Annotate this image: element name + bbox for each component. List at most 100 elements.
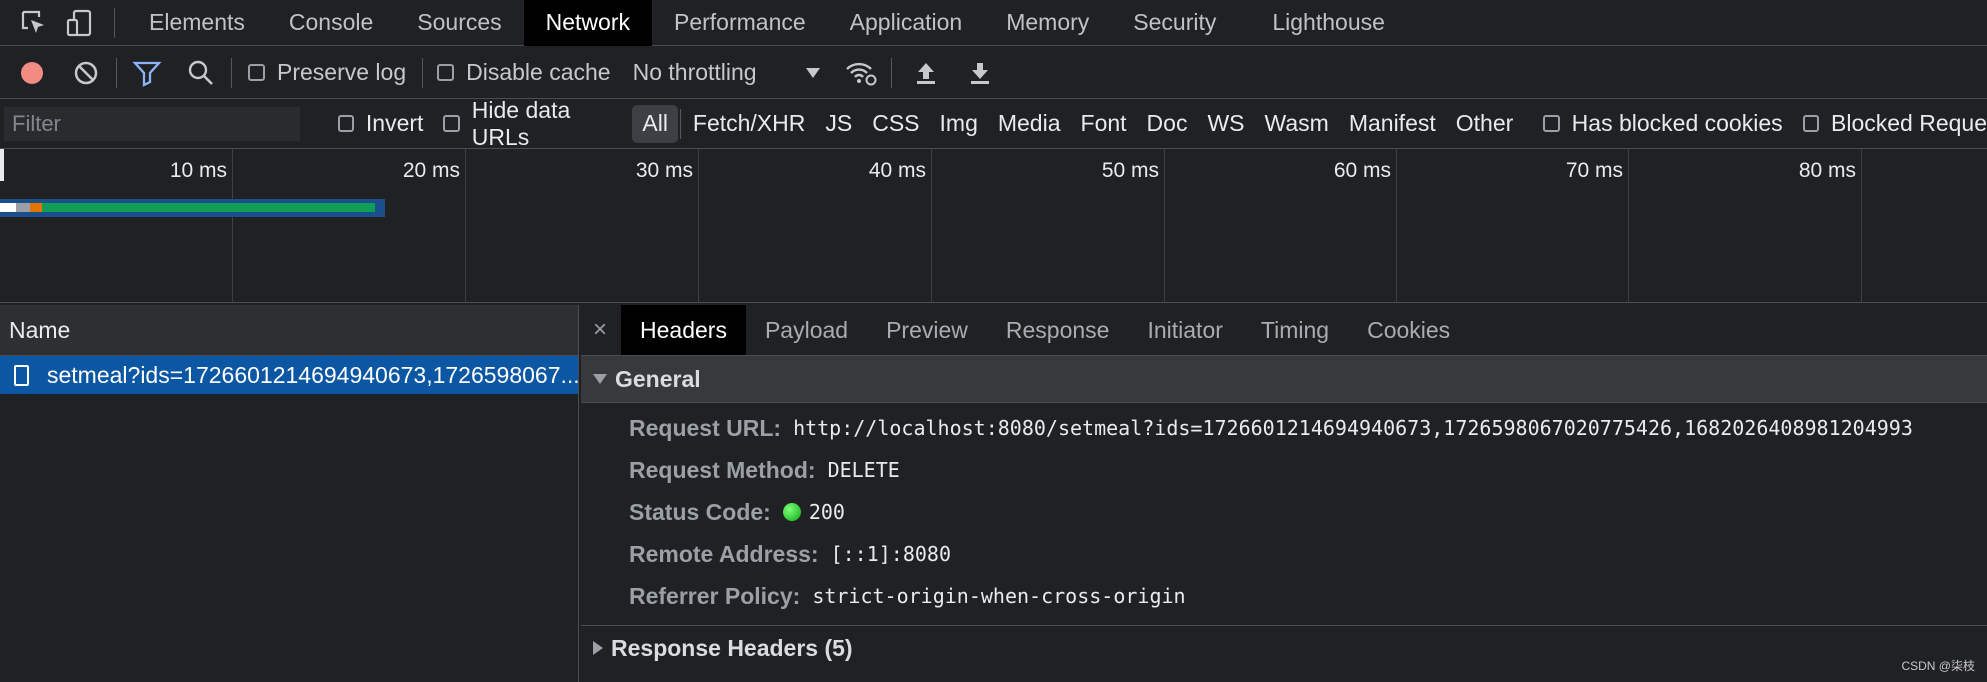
tab-console[interactable]: Console bbox=[267, 0, 395, 46]
tab-timing[interactable]: Timing bbox=[1242, 305, 1348, 355]
filter-type-ws[interactable]: WS bbox=[1197, 105, 1254, 143]
tab-headers[interactable]: Headers bbox=[621, 305, 746, 355]
status-code-value: 200 bbox=[808, 500, 845, 524]
toolbar-divider bbox=[116, 57, 117, 88]
tab-cookies[interactable]: Cookies bbox=[1348, 305, 1469, 355]
general-section-header[interactable]: General bbox=[581, 356, 1987, 403]
tab-initiator[interactable]: Initiator bbox=[1128, 305, 1241, 355]
table-row[interactable]: setmeal?ids=172660121469494067​3,1726598… bbox=[0, 356, 578, 394]
filter-type-all[interactable]: All bbox=[632, 104, 678, 143]
invert-label: Invert bbox=[365, 110, 424, 136]
filter-type-js[interactable]: JS bbox=[815, 105, 862, 143]
inspect-element-icon[interactable] bbox=[14, 9, 54, 37]
status-code-row: Status Code: 200 bbox=[581, 491, 1987, 533]
network-conditions-icon[interactable] bbox=[841, 59, 881, 87]
tab-network[interactable]: Network bbox=[523, 0, 652, 46]
overview-gridline bbox=[1861, 149, 1862, 302]
disable-cache-label: Disable cache bbox=[466, 59, 611, 85]
tab-response[interactable]: Response bbox=[987, 305, 1129, 355]
document-icon bbox=[14, 364, 29, 386]
device-toolbar-icon[interactable] bbox=[60, 8, 100, 38]
hide-data-urls-label: Hide data URLs bbox=[471, 96, 571, 150]
blocked-requests-checkbox[interactable] bbox=[1802, 115, 1819, 132]
filter-icon[interactable] bbox=[127, 59, 167, 87]
tab-security[interactable]: Security bbox=[1111, 0, 1238, 46]
has-blocked-cookies-label: Has blocked cookies bbox=[1571, 110, 1783, 136]
toolbar-divider bbox=[114, 7, 115, 38]
clear-icon[interactable] bbox=[66, 59, 106, 87]
blocked-requests-label: Blocked Reque bbox=[1831, 110, 1987, 136]
has-blocked-cookies-checkbox[interactable] bbox=[1543, 115, 1560, 132]
remote-address-value: [::1]:8080 bbox=[830, 542, 952, 566]
preserve-log-label: Preserve log bbox=[277, 59, 407, 85]
throttling-select[interactable]: No throttling bbox=[633, 59, 757, 86]
overview-gridline bbox=[1396, 149, 1397, 302]
network-overview[interactable]: 10 ms 20 ms 30 ms 40 ms 50 ms 60 ms 70 m… bbox=[0, 149, 1987, 303]
filter-type-wasm[interactable]: Wasm bbox=[1255, 105, 1339, 143]
general-title: General bbox=[615, 365, 701, 392]
hide-data-urls-checkbox[interactable] bbox=[443, 115, 460, 132]
request-method-row: Request Method: DELETE bbox=[581, 449, 1987, 491]
filter-type-img[interactable]: Img bbox=[930, 105, 988, 143]
invert-checkbox[interactable] bbox=[337, 115, 354, 132]
export-har-icon[interactable] bbox=[960, 60, 1000, 86]
response-headers-section-header[interactable]: Response Headers (5) bbox=[581, 625, 1987, 670]
tick-label: 50 ms bbox=[1101, 159, 1159, 182]
filter-type-doc[interactable]: Doc bbox=[1137, 105, 1198, 143]
referrer-policy-row: Referrer Policy: strict-origin-when-cros… bbox=[581, 575, 1987, 617]
filter-type-other[interactable]: Other bbox=[1446, 105, 1524, 143]
chevron-down-icon[interactable] bbox=[805, 67, 821, 79]
import-har-icon[interactable] bbox=[906, 60, 946, 86]
request-method-value: DELETE bbox=[827, 458, 900, 482]
request-timing-bar bbox=[0, 199, 385, 217]
search-icon[interactable] bbox=[181, 59, 221, 87]
tab-performance[interactable]: Performance bbox=[652, 0, 828, 46]
close-icon[interactable]: × bbox=[581, 316, 621, 344]
collapse-triangle-icon bbox=[593, 374, 607, 384]
tick-label: 10 ms bbox=[169, 159, 227, 182]
tab-memory[interactable]: Memory bbox=[984, 0, 1111, 46]
filter-type-manifest[interactable]: Manifest bbox=[1339, 105, 1446, 143]
remote-address-row: Remote Address: [::1]:8080 bbox=[581, 533, 1987, 575]
network-toolbar: Preserve log Disable cache No throttling bbox=[0, 47, 1987, 99]
tab-sources[interactable]: Sources bbox=[395, 0, 523, 46]
tab-elements[interactable]: Elements bbox=[127, 0, 267, 46]
request-method-label: Request Method: bbox=[629, 456, 816, 483]
status-ok-icon bbox=[782, 503, 801, 521]
tick-label: 80 ms bbox=[1798, 159, 1856, 182]
filter-input[interactable]: Filter bbox=[4, 106, 300, 141]
tick-label: 20 ms bbox=[402, 159, 460, 182]
filter-divider bbox=[679, 108, 681, 139]
tab-application[interactable]: Application bbox=[828, 0, 985, 46]
request-details: × Headers Payload Preview Response Initi… bbox=[581, 305, 1987, 682]
filter-type-font[interactable]: Font bbox=[1071, 105, 1137, 143]
overview-start-handle[interactable] bbox=[0, 149, 4, 181]
details-tabs: × Headers Payload Preview Response Initi… bbox=[581, 305, 1987, 356]
toolbar-divider bbox=[422, 57, 424, 88]
remote-address-label: Remote Address: bbox=[629, 540, 819, 567]
status-code-label: Status Code: bbox=[629, 498, 771, 525]
general-section: Request URL: http://localhost:8080/setme… bbox=[581, 403, 1987, 617]
tab-preview[interactable]: Preview bbox=[867, 305, 987, 355]
record-icon[interactable] bbox=[12, 59, 52, 87]
name-header-label: Name bbox=[9, 316, 71, 343]
filter-type-css[interactable]: CSS bbox=[862, 105, 929, 143]
filter-type-fetch-xhr[interactable]: Fetch/XHR bbox=[683, 105, 815, 143]
tab-payload[interactable]: Payload bbox=[746, 305, 867, 355]
name-column-header[interactable]: Name bbox=[0, 305, 578, 356]
request-url-value: http://localhost:8080/setmeal?ids=172660… bbox=[793, 416, 1913, 440]
tick-label: 60 ms bbox=[1333, 159, 1391, 182]
overview-gridline bbox=[931, 149, 932, 302]
tab-lighthouse[interactable]: Lighthouse bbox=[1250, 0, 1407, 46]
overview-gridline bbox=[465, 149, 466, 302]
filter-type-media[interactable]: Media bbox=[988, 105, 1071, 143]
preserve-log-checkbox[interactable] bbox=[248, 64, 265, 81]
devtools-top-bar: Elements Console Sources Network Perform… bbox=[0, 0, 1987, 46]
toolbar-divider bbox=[890, 57, 892, 88]
disable-cache-checkbox[interactable] bbox=[437, 64, 455, 81]
overview-gridline bbox=[698, 149, 699, 302]
request-list: Name setmeal?ids=172660121469494067​3,17… bbox=[0, 305, 579, 682]
tick-label: 40 ms bbox=[868, 159, 926, 182]
tick-label: 30 ms bbox=[635, 159, 693, 182]
referrer-policy-value: strict-origin-when-cross-origin bbox=[812, 584, 1186, 608]
